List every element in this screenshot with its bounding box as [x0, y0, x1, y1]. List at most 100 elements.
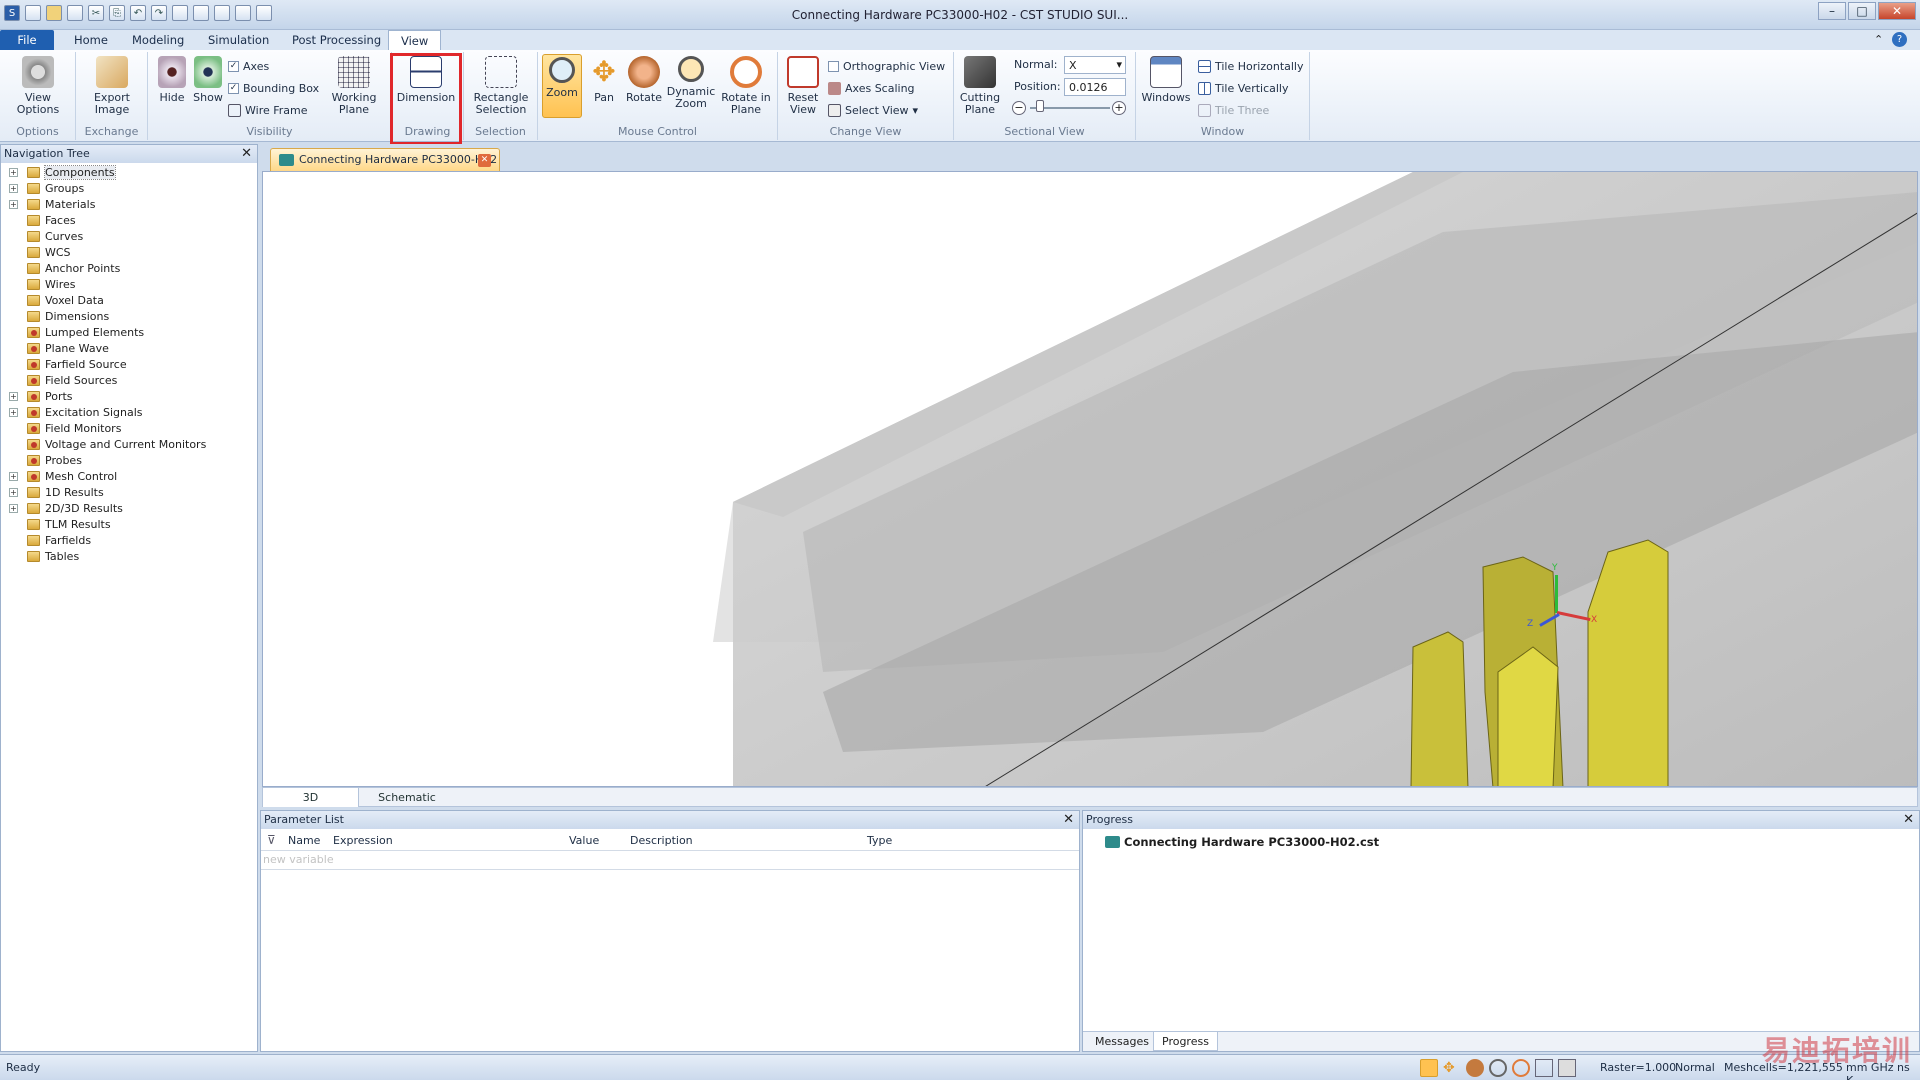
dynamic-zoom-tool-icon[interactable]	[1489, 1059, 1507, 1077]
tree-item[interactable]: + Materials	[1, 197, 257, 213]
tree-item[interactable]: + Mesh Control	[1, 469, 257, 485]
rotate-in-plane-tool-icon[interactable]	[1512, 1059, 1530, 1077]
column-expression[interactable]: Expression	[333, 833, 393, 849]
position-minus-icon[interactable]: −	[1012, 101, 1026, 115]
hide-button[interactable]: Hide	[154, 56, 190, 104]
column-name[interactable]: Name	[288, 833, 320, 849]
tree-item[interactable]: Farfields	[1, 533, 257, 549]
expand-icon[interactable]: +	[9, 488, 18, 497]
dimension-button[interactable]: Dimension	[396, 56, 456, 104]
tree-item[interactable]: +1D Results	[1, 485, 257, 501]
tree-item[interactable]: Tables	[1, 549, 257, 565]
tree-item[interactable]: + Components	[1, 165, 257, 181]
tree-item[interactable]: Voxel Data	[1, 293, 257, 309]
tree-item[interactable]: Voltage and Current Monitors	[1, 437, 257, 453]
close-icon[interactable]: ✕	[1063, 811, 1074, 829]
tree-item[interactable]: Lumped Elements	[1, 325, 257, 341]
tile-three-button[interactable]: Tile Three	[1198, 104, 1269, 117]
tab-3d[interactable]: 3D	[263, 788, 359, 807]
axes-checkbox[interactable]: ✓ Axes	[228, 60, 269, 73]
tree-item[interactable]: Wires	[1, 277, 257, 293]
tab-schematic[interactable]: Schematic	[359, 788, 455, 807]
tab-view[interactable]: View	[388, 30, 442, 50]
export-image-button[interactable]: Export Image	[82, 56, 142, 116]
tree-item[interactable]: TLM Results	[1, 517, 257, 533]
slider-thumb-icon[interactable]	[1036, 100, 1044, 112]
tree-item[interactable]: + Groups	[1, 181, 257, 197]
tree-item[interactable]: WCS	[1, 245, 257, 261]
expand-icon[interactable]: +	[9, 472, 18, 481]
expand-icon[interactable]: +	[9, 184, 18, 193]
tab-post-processing[interactable]: Post Processing	[280, 30, 393, 50]
orthographic-view-checkbox[interactable]: Orthographic View	[828, 60, 945, 73]
3d-viewport[interactable]: Y Z X	[262, 171, 1918, 787]
tree-item[interactable]: + Ports	[1, 389, 257, 405]
maximize-button[interactable]: □	[1848, 2, 1876, 20]
reset-view-button[interactable]: Reset View	[782, 56, 824, 116]
select-view-dropdown[interactable]: Select View ▾	[828, 104, 918, 117]
tree-item[interactable]: Probes	[1, 453, 257, 469]
cube-view-tool-icon[interactable]	[1558, 1059, 1576, 1077]
windows-button[interactable]: Windows	[1140, 56, 1192, 104]
tree-item[interactable]: + Excitation Signals	[1, 405, 257, 421]
expand-icon[interactable]: +	[9, 168, 18, 177]
zoom-tool-icon[interactable]	[1420, 1059, 1438, 1077]
help-icon[interactable]: ?	[1892, 32, 1907, 47]
zoom-button[interactable]: Zoom	[542, 54, 582, 118]
collapse-ribbon-icon[interactable]: ⌃	[1874, 33, 1883, 46]
close-icon[interactable]: ✕	[241, 145, 252, 163]
tree-item[interactable]: Plane Wave	[1, 341, 257, 357]
axes-scaling-button[interactable]: Axes Scaling	[828, 82, 915, 95]
new-variable-row[interactable]: new variable	[263, 853, 334, 866]
rectangle-selection-button[interactable]: Rectangle Selection	[468, 56, 534, 116]
position-plus-icon[interactable]: +	[1112, 101, 1126, 115]
pan-tool-icon[interactable]: ✥	[1443, 1059, 1461, 1077]
expand-icon[interactable]: +	[9, 200, 18, 209]
tree-item[interactable]: Anchor Points	[1, 261, 257, 277]
close-tab-icon[interactable]: ✕	[478, 154, 491, 167]
progress-entry[interactable]: Connecting Hardware PC33000-H02.cst	[1105, 835, 1379, 849]
filter-icon[interactable]: ⊽	[267, 833, 276, 847]
tree-item[interactable]: Faces	[1, 213, 257, 229]
tree-item[interactable]: Field Sources	[1, 373, 257, 389]
rotate-button[interactable]: Rotate	[624, 56, 664, 104]
tile-vertically-button[interactable]: Tile Vertically	[1198, 82, 1289, 95]
rotate-in-plane-button[interactable]: Rotate in Plane	[718, 56, 774, 116]
reset-view-tool-icon[interactable]	[1535, 1059, 1553, 1077]
tab-home[interactable]: Home	[62, 30, 120, 50]
folder-icon	[27, 375, 40, 386]
working-plane-button[interactable]: Working Plane	[324, 56, 384, 116]
pan-button[interactable]: ✥ Pan	[586, 56, 622, 104]
expand-icon[interactable]: +	[9, 392, 18, 401]
tab-modeling[interactable]: Modeling	[120, 30, 196, 50]
rotate-tool-icon[interactable]	[1466, 1059, 1484, 1077]
column-type[interactable]: Type	[867, 833, 892, 849]
expand-icon[interactable]: +	[9, 408, 18, 417]
expand-icon[interactable]: +	[9, 504, 18, 513]
document-tab[interactable]: Connecting Hardware PC33000-H02 ✕	[270, 148, 500, 171]
tab-file[interactable]: File	[0, 30, 54, 50]
tree-item[interactable]: Farfield Source	[1, 357, 257, 373]
tab-messages[interactable]: Messages	[1095, 1035, 1149, 1048]
column-description[interactable]: Description	[630, 833, 693, 849]
tab-simulation[interactable]: Simulation	[196, 30, 281, 50]
tree-item[interactable]: Curves	[1, 229, 257, 245]
tree-item[interactable]: Field Monitors	[1, 421, 257, 437]
cutting-plane-button[interactable]: Cutting Plane	[958, 56, 1002, 116]
column-value[interactable]: Value	[569, 833, 599, 849]
bounding-box-checkbox[interactable]: ✓ Bounding Box	[228, 82, 319, 95]
close-button[interactable]: ✕	[1878, 2, 1916, 20]
exchange-group-label: Exchange	[84, 125, 139, 138]
position-input[interactable]: 0.0126	[1064, 78, 1126, 96]
show-button[interactable]: Show	[190, 56, 226, 104]
view-options-button[interactable]: View Options	[8, 56, 68, 116]
tile-horizontally-button[interactable]: Tile Horizontally	[1198, 60, 1304, 73]
minimize-button[interactable]: –	[1818, 2, 1846, 20]
wire-frame-button[interactable]: Wire Frame	[228, 104, 308, 117]
tree-item[interactable]: +2D/3D Results	[1, 501, 257, 517]
dynamic-zoom-button[interactable]: Dynamic Zoom	[666, 56, 716, 110]
close-icon[interactable]: ✕	[1903, 811, 1914, 829]
tab-progress[interactable]: Progress	[1153, 1032, 1218, 1051]
tree-item[interactable]: Dimensions	[1, 309, 257, 325]
normal-select[interactable]: X ▾	[1064, 56, 1126, 74]
